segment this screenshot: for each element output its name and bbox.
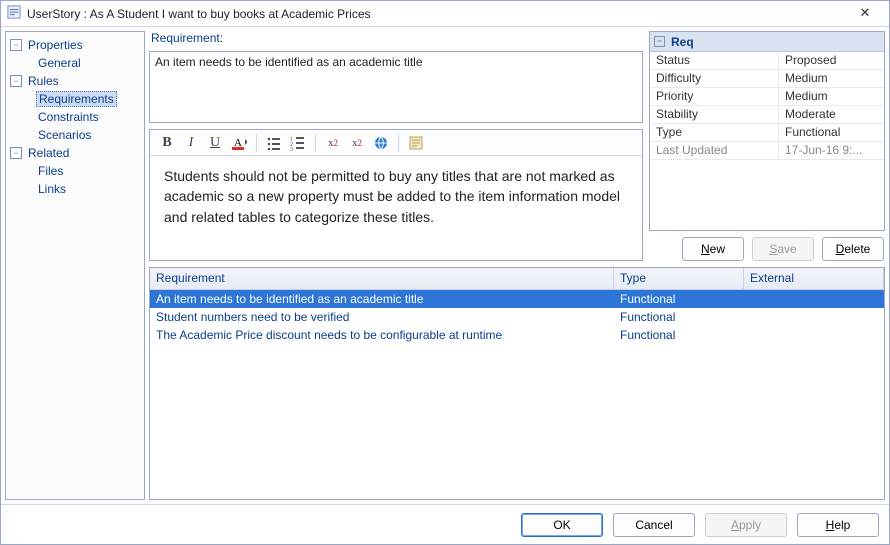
save-button: Save — [752, 237, 814, 261]
prop-key: Difficulty — [650, 70, 778, 87]
col-header-type[interactable]: Type — [614, 268, 744, 289]
collapse-icon[interactable]: − — [10, 147, 22, 159]
rich-editor: B I U A 123 — [149, 129, 643, 261]
prop-key: Type — [650, 124, 778, 141]
separator — [398, 134, 399, 152]
table-row[interactable]: An item needs to be identified as an aca… — [150, 290, 884, 308]
tree-node-properties[interactable]: −Properties — [6, 36, 144, 54]
cell-type: Functional — [614, 291, 744, 307]
cell-external — [744, 298, 884, 300]
window-title: UserStory : As A Student I want to buy b… — [27, 7, 371, 21]
table-row[interactable]: Student numbers need to be verifiedFunct… — [150, 308, 884, 326]
subscript-button[interactable]: x2 — [346, 132, 368, 154]
property-grid: − Req StatusProposedDifficultyMediumPrio… — [649, 31, 885, 231]
prop-value[interactable]: 17-Jun-16 9:... — [778, 142, 884, 159]
prop-row[interactable]: StatusProposed — [650, 52, 884, 70]
collapse-icon[interactable]: − — [654, 36, 665, 47]
prop-row[interactable]: TypeFunctional — [650, 124, 884, 142]
close-button[interactable]: ✕ — [845, 3, 885, 25]
property-grid-header[interactable]: − Req — [650, 32, 884, 52]
separator — [256, 134, 257, 152]
cell-type: Functional — [614, 327, 744, 343]
main-panel: Requirement: B I U A — [149, 31, 885, 500]
prop-key: Status — [650, 52, 778, 69]
cell-type: Functional — [614, 309, 744, 325]
prop-key: Stability — [650, 106, 778, 123]
prop-value[interactable]: Medium — [778, 70, 884, 87]
font-color-button[interactable]: A — [228, 132, 250, 154]
editor-toolbar: B I U A 123 — [150, 130, 642, 156]
italic-button[interactable]: I — [180, 132, 202, 154]
insert-button[interactable] — [405, 132, 427, 154]
table-row[interactable]: The Academic Price discount needs to be … — [150, 326, 884, 344]
prop-value[interactable]: Functional — [778, 124, 884, 141]
tree-node-files[interactable]: Files — [6, 162, 144, 180]
separator — [315, 134, 316, 152]
requirement-label: Requirement: — [149, 31, 643, 45]
window-icon — [7, 5, 21, 22]
cell-requirement: The Academic Price discount needs to be … — [150, 327, 614, 343]
tree-node-requirements[interactable]: Requirements — [6, 90, 144, 108]
col-header-requirement[interactable]: Requirement — [150, 268, 614, 289]
tree-node-general[interactable]: General — [6, 54, 144, 72]
delete-button[interactable]: Delete — [822, 237, 884, 261]
requirement-input[interactable] — [149, 51, 643, 123]
prop-value[interactable]: Moderate — [778, 106, 884, 123]
tree-node-links[interactable]: Links — [6, 180, 144, 198]
superscript-button[interactable]: x2 — [322, 132, 344, 154]
cell-external — [744, 316, 884, 318]
prop-row[interactable]: PriorityMedium — [650, 88, 884, 106]
prop-row[interactable]: StabilityModerate — [650, 106, 884, 124]
bullet-list-button[interactable] — [263, 132, 285, 154]
hyperlink-button[interactable] — [370, 132, 392, 154]
svg-text:3: 3 — [290, 147, 293, 151]
cancel-button[interactable]: Cancel — [613, 513, 695, 537]
category-tree[interactable]: −Properties General −Rules Requirements … — [5, 31, 145, 500]
new-button[interactable]: New — [682, 237, 744, 261]
ok-button[interactable]: OK — [521, 513, 603, 537]
prop-row[interactable]: Last Updated17-Jun-16 9:... — [650, 142, 884, 160]
collapse-icon[interactable]: − — [10, 39, 22, 51]
dialog-window: UserStory : As A Student I want to buy b… — [0, 0, 890, 545]
tree-node-scenarios[interactable]: Scenarios — [6, 126, 144, 144]
tree-node-related[interactable]: −Related — [6, 144, 144, 162]
cell-requirement: Student numbers need to be verified — [150, 309, 614, 325]
titlebar: UserStory : As A Student I want to buy b… — [1, 1, 889, 27]
underline-button[interactable]: U — [204, 132, 226, 154]
help-button[interactable]: Help — [797, 513, 879, 537]
bold-button[interactable]: B — [156, 132, 178, 154]
prop-row[interactable]: DifficultyMedium — [650, 70, 884, 88]
prop-key: Priority — [650, 88, 778, 105]
tree-node-rules[interactable]: −Rules — [6, 72, 144, 90]
cell-requirement: An item needs to be identified as an aca… — [150, 291, 614, 307]
table-header: Requirement Type External — [150, 268, 884, 290]
apply-button: Apply — [705, 513, 787, 537]
property-grid-title: Req — [671, 35, 694, 49]
prop-value[interactable]: Medium — [778, 88, 884, 105]
tree-node-constraints[interactable]: Constraints — [6, 108, 144, 126]
collapse-icon[interactable]: − — [10, 75, 22, 87]
prop-value[interactable]: Proposed — [778, 52, 884, 69]
requirements-table[interactable]: Requirement Type External An item needs … — [149, 267, 885, 500]
cell-external — [744, 334, 884, 336]
col-header-external[interactable]: External — [744, 268, 884, 289]
editor-body[interactable]: Students should not be permitted to buy … — [150, 156, 642, 260]
dialog-footer: OK Cancel Apply Help — [1, 504, 889, 544]
prop-key: Last Updated — [650, 142, 778, 159]
numbered-list-button[interactable]: 123 — [287, 132, 309, 154]
